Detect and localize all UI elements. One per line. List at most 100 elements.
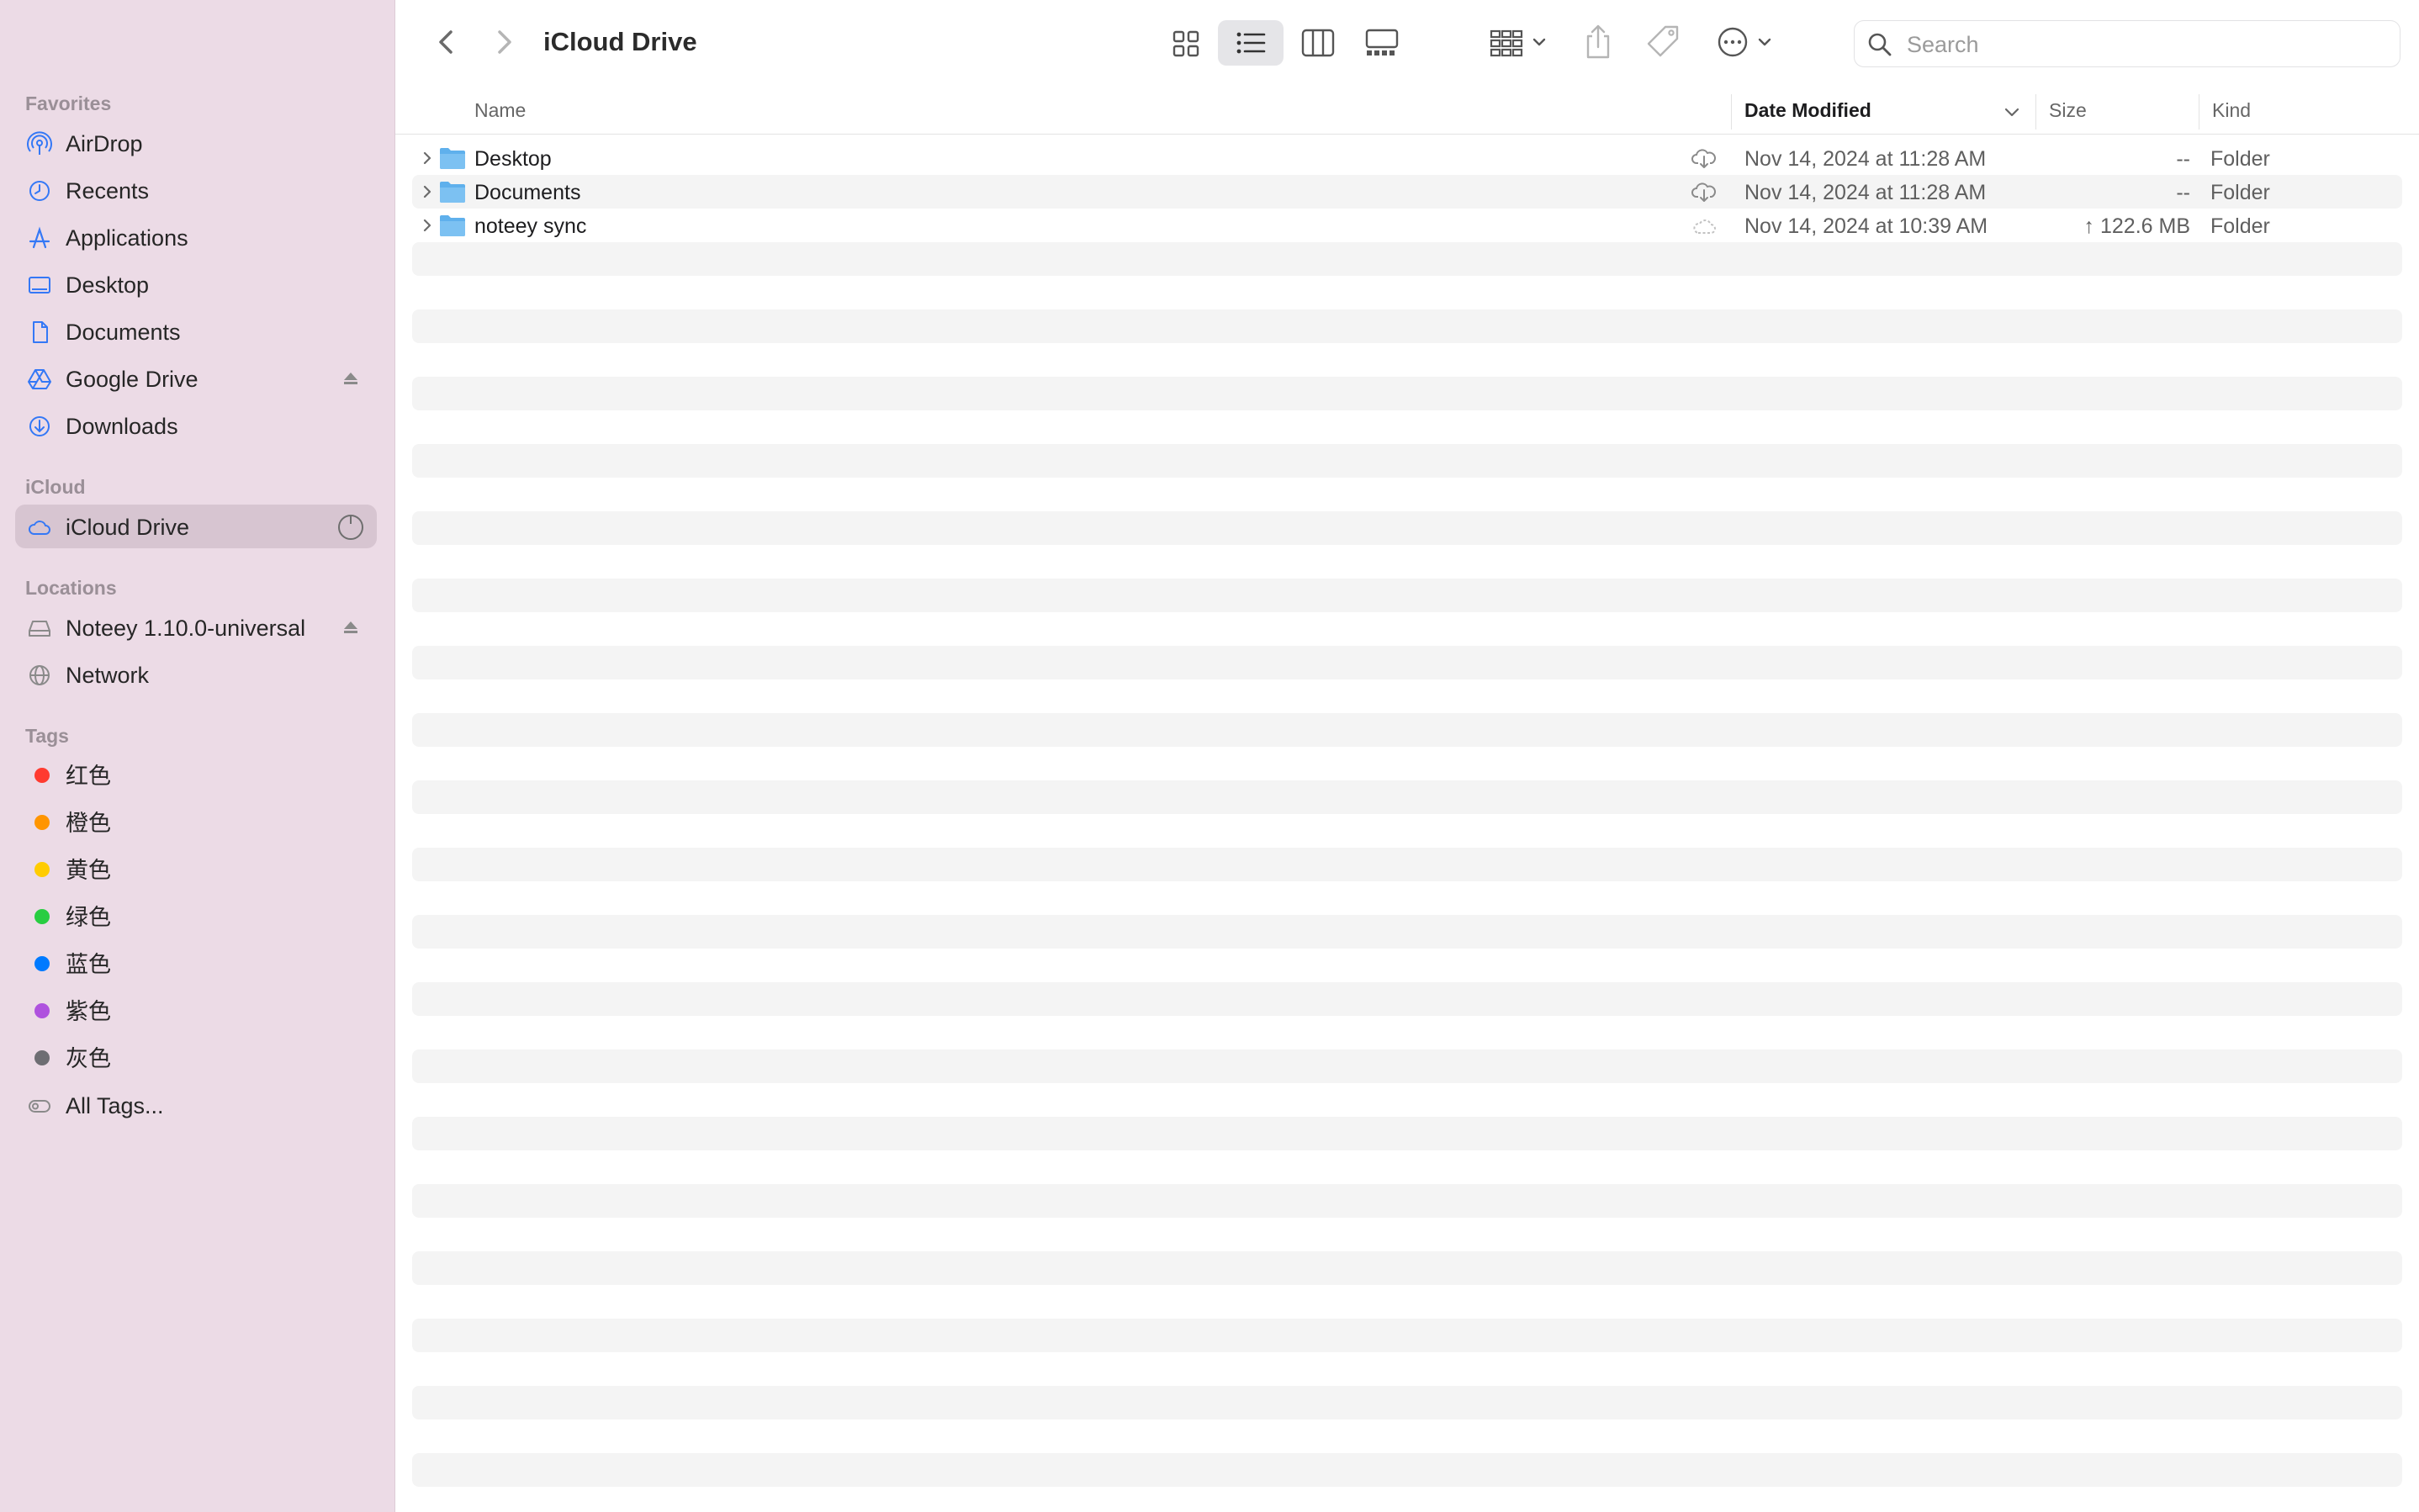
sidebar-item-label: Applications (66, 225, 188, 251)
cloud-download-icon[interactable] (1691, 147, 1718, 169)
empty-row-stripe (412, 444, 2402, 478)
sidebar-item-downloads[interactable]: Downloads (15, 404, 377, 447)
sidebar-item-label: Recents (66, 178, 150, 204)
sidebar-item-tag-yellow[interactable]: 黄色 (15, 848, 377, 891)
file-row-desktop[interactable]: Desktop Nov 14, 2024 at 11:28 AM -- Fold… (412, 141, 2402, 175)
folder-icon (440, 148, 465, 169)
tag-dot-icon (34, 1050, 50, 1065)
download-icon (29, 416, 50, 436)
back-icon[interactable] (431, 25, 461, 59)
all-tags-icon (29, 1100, 50, 1113)
window-title: iCloud Drive (543, 27, 697, 56)
sidebar-item-label: 紫色 (66, 999, 111, 1024)
sort-descending-icon[interactable] (2003, 106, 2020, 119)
tag-dot-icon (34, 768, 50, 783)
empty-row-stripe (412, 377, 2402, 410)
empty-row-stripe (412, 713, 2402, 747)
search-field[interactable] (1854, 20, 2400, 67)
sidebar-item-icloud-drive[interactable]: iCloud Drive (15, 505, 377, 548)
empty-row-stripe (412, 1184, 2402, 1218)
file-name: Desktop (474, 147, 552, 171)
disclosure-triangle-icon[interactable] (419, 150, 436, 167)
list-view-button[interactable] (1218, 20, 1284, 66)
search-icon (1868, 33, 1892, 56)
document-icon (33, 321, 48, 343)
sidebar-item-all-tags[interactable]: All Tags... (15, 1083, 377, 1127)
empty-row-stripe (412, 1117, 2402, 1150)
column-date-modified[interactable]: Date Modified (1744, 99, 1871, 122)
more-actions-icon[interactable] (1716, 25, 1778, 59)
sidebar: Favorites AirDrop Recents Applications D… (0, 0, 395, 1512)
empty-row-stripe (412, 309, 2402, 343)
file-kind: Folder (2210, 181, 2270, 204)
sidebar-item-tag-orange[interactable]: 橙色 (15, 801, 377, 844)
sidebar-item-desktop[interactable]: Desktop (15, 262, 377, 306)
sidebar-item-label: AirDrop (66, 131, 143, 156)
sidebar-item-label: Downloads (66, 414, 178, 439)
sidebar-item-tag-red[interactable]: 红色 (15, 753, 377, 797)
search-input[interactable] (1905, 26, 2379, 63)
sidebar-item-noteey-disk[interactable]: Noteey 1.10.0-universal (15, 605, 377, 649)
sidebar-item-tag-purple[interactable]: 紫色 (15, 989, 377, 1033)
folder-icon (440, 182, 465, 203)
tag-dot-icon (34, 862, 50, 877)
empty-row-stripe (412, 915, 2402, 949)
desktop-icon (29, 277, 50, 293)
sidebar-item-applications[interactable]: Applications (15, 215, 377, 259)
sidebar-item-label: 黄色 (66, 858, 111, 883)
file-date: Nov 14, 2024 at 10:39 AM (1744, 214, 1988, 238)
eject-icon[interactable] (341, 618, 360, 637)
eject-icon[interactable] (341, 369, 360, 388)
file-kind: Folder (2210, 147, 2270, 171)
sidebar-item-recents[interactable]: Recents (15, 168, 377, 212)
sidebar-item-label: Documents (66, 320, 181, 345)
file-size: ↑ 122.6 MB (2083, 214, 2190, 238)
disclosure-triangle-icon[interactable] (419, 183, 436, 200)
disclosure-triangle-icon[interactable] (419, 217, 436, 234)
tag-dot-icon (34, 909, 50, 924)
cloud-download-icon[interactable] (1691, 181, 1718, 203)
locations-header: Locations (25, 577, 117, 599)
empty-row-stripe (412, 1386, 2402, 1419)
sidebar-item-network[interactable]: Network (15, 653, 377, 696)
empty-row-stripe (412, 579, 2402, 612)
gallery-view-icon[interactable] (1364, 27, 1400, 59)
file-kind: Folder (2210, 214, 2270, 238)
column-divider[interactable] (2035, 94, 2036, 130)
empty-row-stripe (412, 848, 2402, 881)
sync-progress-icon (338, 515, 363, 540)
column-kind[interactable]: Kind (2212, 99, 2251, 122)
share-icon[interactable] (1581, 22, 1615, 61)
column-header: Name Date Modified Size Kind (395, 87, 2419, 135)
disk-icon (29, 621, 50, 637)
empty-row-stripe (412, 780, 2402, 814)
sidebar-item-label: Desktop (66, 272, 150, 298)
column-name[interactable]: Name (474, 99, 526, 122)
sidebar-item-tag-blue[interactable]: 蓝色 (15, 942, 377, 986)
file-row-noteey-sync[interactable]: noteey sync Nov 14, 2024 at 10:39 AM ↑ 1… (412, 209, 2402, 242)
column-view-icon[interactable] (1300, 27, 1336, 59)
sidebar-item-documents[interactable]: Documents (15, 309, 377, 353)
forward-icon[interactable] (490, 25, 520, 59)
column-divider[interactable] (1731, 94, 1732, 130)
icon-view-icon[interactable] (1171, 29, 1201, 59)
tag-dot-icon (34, 956, 50, 971)
favorites-header: Favorites (25, 93, 112, 114)
file-date: Nov 14, 2024 at 11:28 AM (1744, 147, 1987, 171)
sidebar-item-tag-gray[interactable]: 灰色 (15, 1036, 377, 1080)
file-name: Documents (474, 181, 581, 204)
sidebar-item-label: All Tags... (66, 1093, 164, 1118)
sidebar-item-tag-green[interactable]: 绿色 (15, 895, 377, 938)
sidebar-item-label: 橙色 (66, 811, 111, 836)
sidebar-item-airdrop[interactable]: AirDrop (15, 121, 377, 165)
sidebar-item-label: 绿色 (66, 905, 111, 930)
column-size[interactable]: Size (2049, 99, 2087, 122)
file-name: noteey sync (474, 214, 587, 238)
file-size: -- (2176, 181, 2190, 204)
tag-dot-icon (34, 1003, 50, 1018)
sidebar-item-label: Noteey 1.10.0-universal (66, 616, 306, 641)
group-by-icon[interactable] (1489, 27, 1549, 59)
file-row-documents[interactable]: Documents Nov 14, 2024 at 11:28 AM -- Fo… (412, 175, 2402, 209)
sidebar-item-google-drive[interactable]: Google Drive (15, 357, 377, 400)
tag-icon[interactable] (1645, 24, 1682, 61)
